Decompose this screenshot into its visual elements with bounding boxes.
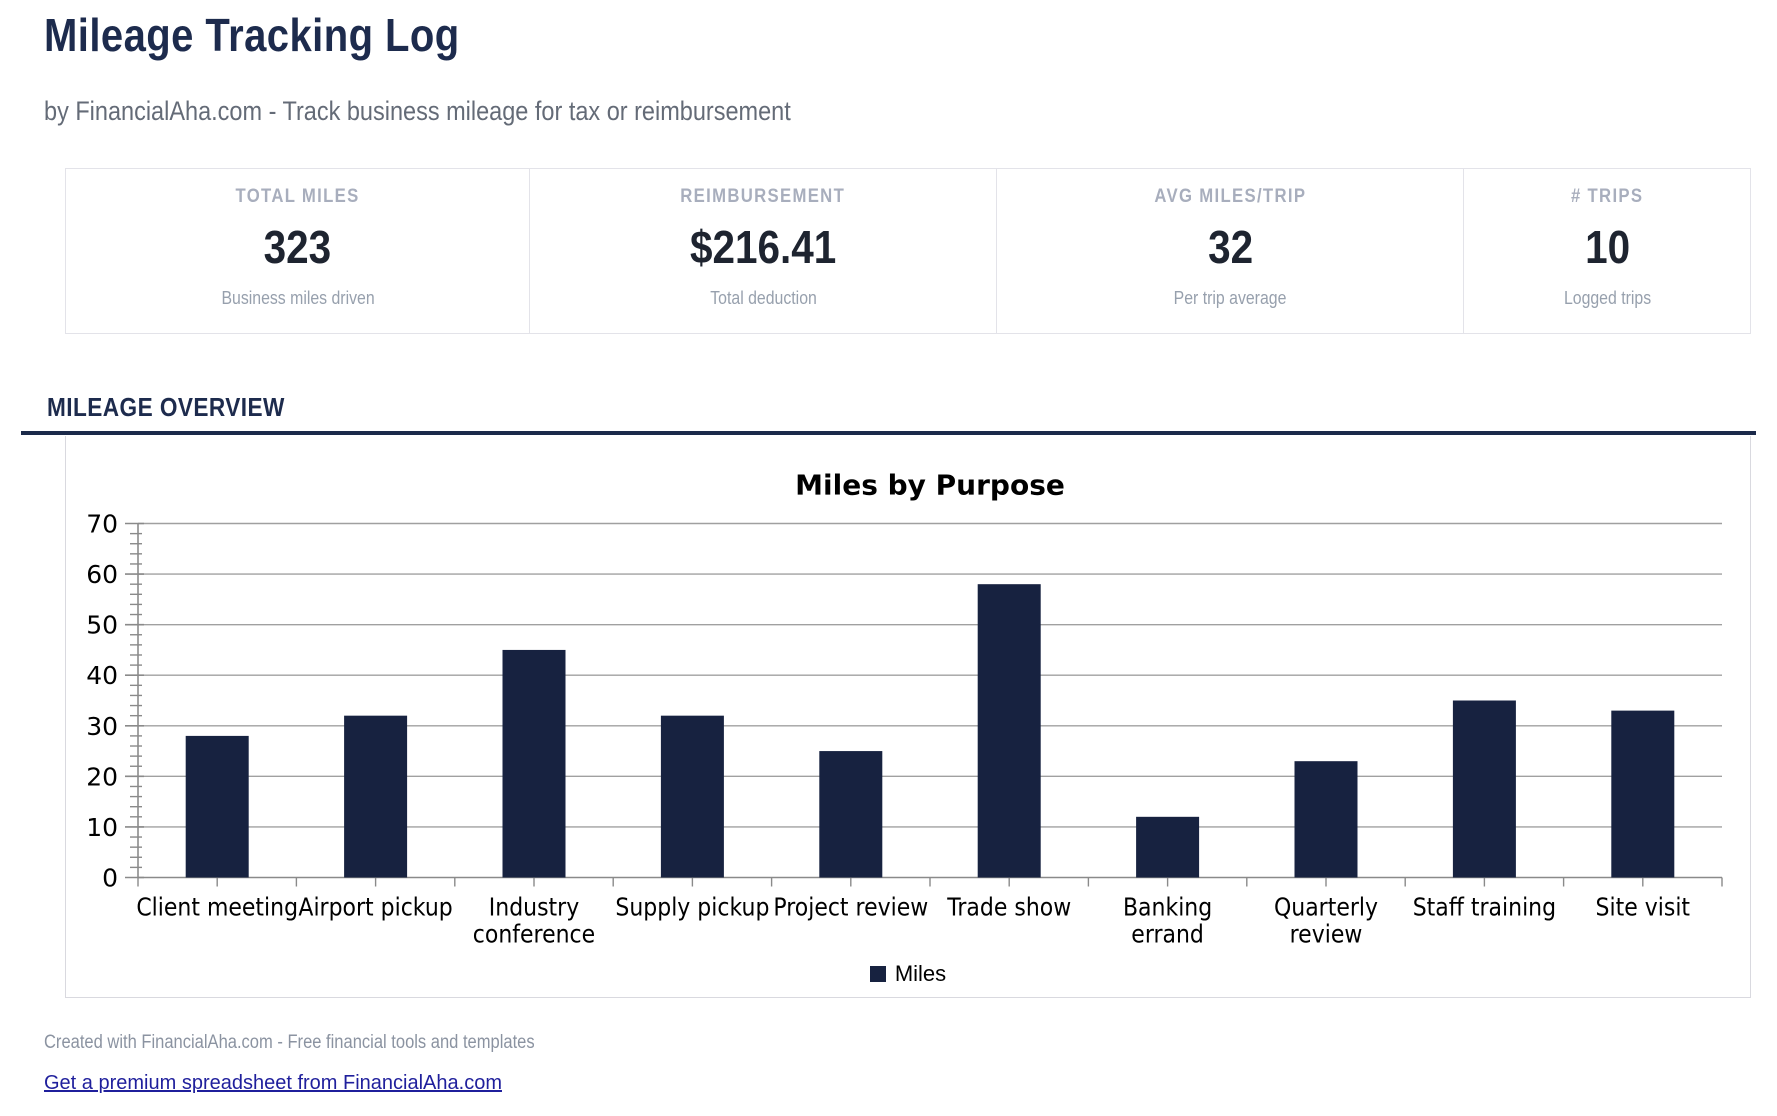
footer-credit: Created with FinancialAha.com - Free fin… xyxy=(44,1032,608,1054)
bar-airport-pickup xyxy=(344,716,407,878)
stat-card-avg-miles-trip: AVG MILES/TRIP 32 Per trip average xyxy=(996,169,1463,333)
miles-by-purpose-chart: 0 10 20 30 40 50 60 70 Client meetingAirport pic… xyxy=(66,436,1750,997)
chart-title: Miles by Purpose xyxy=(795,469,1065,502)
mileage-chart-panel: 0 10 20 30 40 50 60 70 Client meetingAirport pic… xyxy=(65,436,1751,998)
y-tick-label: 50 xyxy=(86,611,118,640)
x-category-label: Supply pickup xyxy=(615,892,769,922)
stat-card-total-miles: TOTAL MILES 323 Business miles driven xyxy=(66,169,529,333)
bar-staff-training xyxy=(1453,701,1516,878)
section-heading-text: MILEAGE OVERVIEW xyxy=(47,392,285,423)
y-tick-label: 20 xyxy=(86,762,118,791)
bar-project-review xyxy=(819,751,882,877)
page-title-text: Mileage Tracking Log xyxy=(44,8,460,62)
page-subtitle: by FinancialAha.com - Track business mil… xyxy=(44,96,902,127)
x-category-label: Airport pickup xyxy=(298,892,452,922)
x-category-label: Client meeting xyxy=(136,892,298,922)
y-tick-label: 40 xyxy=(86,661,118,690)
stat-label: # TRIPS xyxy=(1571,186,1643,208)
stats-strip: TOTAL MILES 323 Business miles driven RE… xyxy=(65,168,1751,334)
section-heading: MILEAGE OVERVIEW xyxy=(47,392,320,423)
legend-swatch-miles xyxy=(870,966,886,982)
stat-label: AVG MILES/TRIP xyxy=(1154,186,1306,208)
premium-spreadsheet-link[interactable]: Get a premium spreadsheet from Financial… xyxy=(44,1072,502,1095)
stat-card-reimbursement: REIMBURSEMENT $216.41 Total deduction xyxy=(529,169,995,333)
stat-caption: Business miles driven xyxy=(221,288,374,309)
legend-label: Miles xyxy=(895,961,946,987)
y-tick-label: 30 xyxy=(86,712,118,741)
stat-card-num-trips: # TRIPS 10 Logged trips xyxy=(1463,169,1750,333)
x-category-label: Site visit xyxy=(1596,892,1691,922)
stat-value: 323 xyxy=(264,220,332,274)
stat-value: 10 xyxy=(1585,220,1630,274)
x-category-label: Staff training xyxy=(1413,892,1556,922)
bar-client-meeting xyxy=(186,736,249,878)
bar-industry-conference xyxy=(503,650,566,878)
x-category-label: Industryconference xyxy=(473,892,595,949)
section-rule xyxy=(21,431,1756,435)
bar-banking-errand xyxy=(1136,817,1199,878)
x-labels: Client meetingAirport pickup Industryconf… xyxy=(136,892,1690,949)
chart-legend: Miles xyxy=(66,961,1750,987)
bar-site-visit xyxy=(1611,711,1674,878)
bar-trade-show xyxy=(978,584,1041,877)
y-tick-label: 70 xyxy=(86,510,118,539)
y-tick-label: 60 xyxy=(86,560,118,589)
mileage-tracking-page: Mileage Tracking Log by FinancialAha.com… xyxy=(0,0,1777,1116)
bar-quarterly-review xyxy=(1295,761,1358,877)
x-category-label: Bankingerrand xyxy=(1123,892,1212,949)
stat-caption: Per trip average xyxy=(1174,288,1287,309)
stat-value: $216.41 xyxy=(690,220,836,274)
page-subtitle-text: by FinancialAha.com - Track business mil… xyxy=(44,96,791,127)
stat-caption: Total deduction xyxy=(710,288,817,309)
y-tick-label: 0 xyxy=(102,864,118,893)
x-category-label: Quarterlyreview xyxy=(1274,892,1378,949)
footer-credit-text: Created with FinancialAha.com - Free fin… xyxy=(44,1032,535,1054)
y-tick-label: 10 xyxy=(86,813,118,842)
stat-label: TOTAL MILES xyxy=(236,186,360,208)
stat-value: 32 xyxy=(1208,220,1253,274)
bar-supply-pickup xyxy=(661,716,724,878)
x-category-label: Project review xyxy=(773,892,928,922)
x-category-label: Trade show xyxy=(946,892,1071,922)
stat-caption: Logged trips xyxy=(1564,288,1651,309)
stat-label: REIMBURSEMENT xyxy=(681,186,846,208)
page-title: Mileage Tracking Log xyxy=(44,8,522,62)
